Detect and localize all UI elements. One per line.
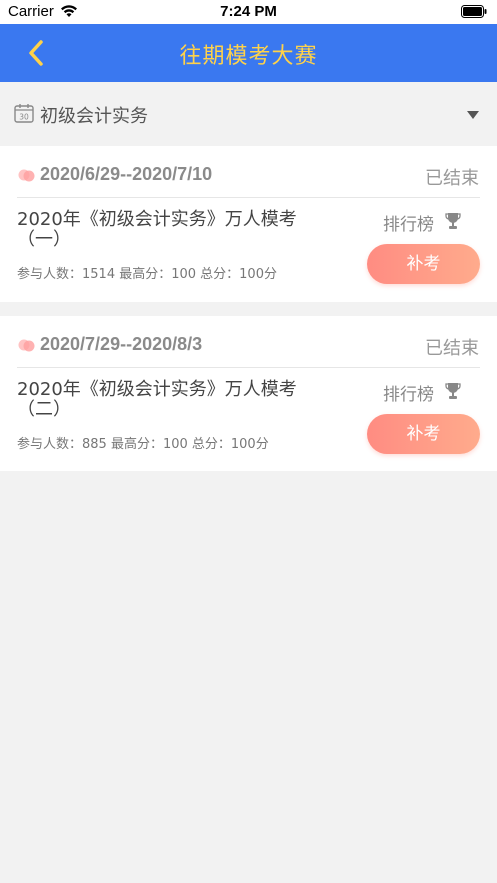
retake-button[interactable]: 补考 bbox=[367, 414, 480, 454]
exam-stats: 参与人数：1514 最高分：100 总分：100分 bbox=[17, 267, 277, 282]
dots-icon bbox=[18, 339, 35, 352]
exam-status: 已结束 bbox=[425, 168, 479, 189]
ranking-link[interactable]: 排行榜 bbox=[383, 210, 461, 235]
calendar-icon: 30 bbox=[14, 104, 34, 123]
clock-time: 7:24 PM bbox=[220, 3, 277, 20]
subject-selector[interactable]: 30 初级会计实务 bbox=[0, 82, 497, 146]
navigation-bar: 往期模考大赛 bbox=[0, 24, 497, 82]
exam-date-range: 2020/7/29--2020/8/3 bbox=[40, 334, 203, 354]
battery-icon bbox=[461, 5, 487, 18]
calendar-day: 30 bbox=[19, 113, 29, 122]
ranking-label: 排行榜 bbox=[383, 215, 434, 235]
exam-title[interactable]: 2020年《初级会计实务》万人模考（二） bbox=[17, 380, 337, 420]
divider bbox=[17, 197, 480, 198]
status-bar: Carrier 7:24 PM bbox=[0, 0, 497, 24]
ranking-label: 排行榜 bbox=[383, 385, 434, 405]
trophy-icon bbox=[445, 383, 461, 399]
exam-date-range: 2020/6/29--2020/7/10 bbox=[40, 164, 213, 184]
exam-title[interactable]: 2020年《初级会计实务》万人模考（一） bbox=[17, 210, 337, 250]
dropdown-arrow-icon[interactable] bbox=[466, 110, 480, 120]
dots-icon bbox=[18, 169, 35, 182]
exam-status: 已结束 bbox=[425, 338, 479, 359]
ranking-link[interactable]: 排行榜 bbox=[383, 380, 461, 405]
retake-button[interactable]: 补考 bbox=[367, 244, 480, 284]
exam-card: 2020/7/29--2020/8/3 已结束 2020年《初级会计实务》万人模… bbox=[0, 316, 497, 471]
page-title: 往期模考大赛 bbox=[179, 44, 318, 69]
trophy-icon bbox=[445, 213, 461, 229]
divider bbox=[17, 367, 480, 368]
exam-stats: 参与人数：885 最高分：100 总分：100分 bbox=[17, 437, 269, 452]
subject-label: 初级会计实务 bbox=[40, 106, 148, 127]
exam-card: 2020/6/29--2020/7/10 已结束 2020年《初级会计实务》万人… bbox=[0, 146, 497, 302]
